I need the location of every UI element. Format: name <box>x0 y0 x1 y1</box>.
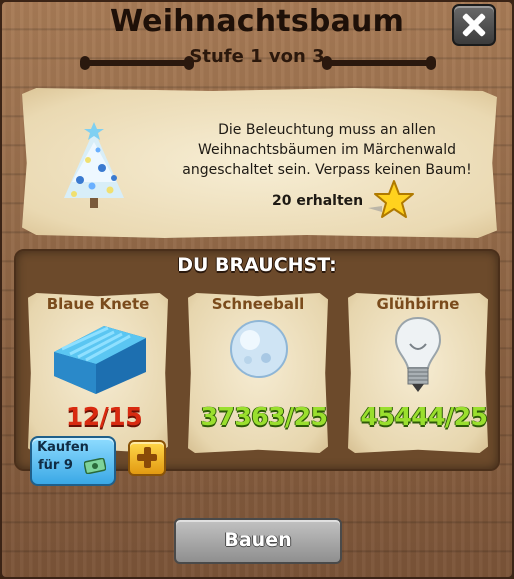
requirement-title: Glühbirne <box>376 295 460 313</box>
reward-label: 20 erhalten <box>272 193 364 209</box>
quest-description: Die Beleuchtung muss an allen Weihnachts… <box>182 122 472 178</box>
requirement-title: Blaue Knete <box>46 295 150 313</box>
requirements-heading: DU BRAUCHST: <box>177 254 337 276</box>
blue-clay-icon <box>54 326 146 394</box>
buy-price: für 9 <box>38 458 73 473</box>
requirement-title: Schneeball <box>211 295 305 313</box>
build-button[interactable]: Bauen <box>174 518 342 564</box>
requirement-progress: 12/15 <box>65 402 143 431</box>
dialog-title: Weihnachtsbaum <box>109 4 405 39</box>
close-button[interactable] <box>452 4 496 46</box>
christmas-tree-icon <box>64 122 124 208</box>
buy-label: Kaufen <box>37 440 89 455</box>
requirement-progress: 45444/25 <box>360 402 488 431</box>
requirement-progress: 37363/25 <box>200 402 328 431</box>
star-icon <box>368 180 414 218</box>
add-item-button[interactable] <box>128 440 166 476</box>
money-bill-icon <box>84 458 106 474</box>
level-indicator: Stufe 1 von 3 <box>189 46 325 67</box>
snowball-icon <box>230 320 288 378</box>
light-bulb-icon <box>394 316 442 392</box>
